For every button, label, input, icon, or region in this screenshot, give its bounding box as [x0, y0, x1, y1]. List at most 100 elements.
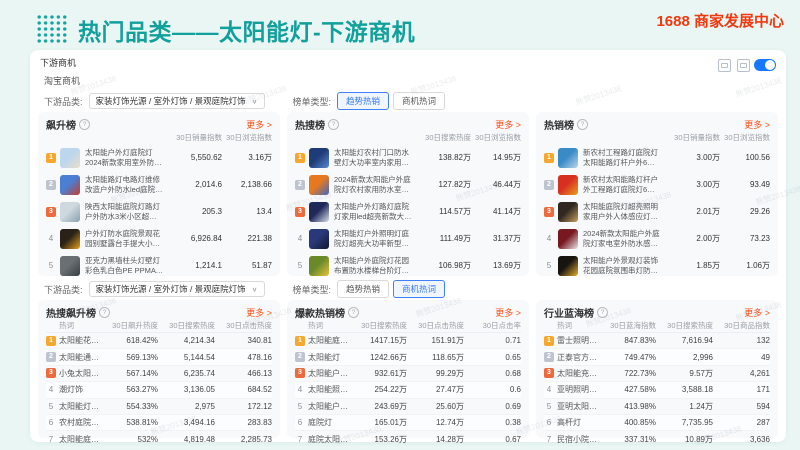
metric-value-1: 413.98%: [599, 402, 656, 411]
type-option-1[interactable]: 趋势热销: [337, 92, 389, 110]
type-filter-options-top: 趋势热销商机热词: [337, 92, 445, 110]
rank-badge: 6: [46, 418, 56, 427]
keyword-text: 太阳能户外灯家用庭…: [308, 401, 350, 412]
keyword-row[interactable]: 6庭院灯165.01万12.74万0.38: [295, 415, 521, 431]
table-row[interactable]: 4太阳能灯户外照明灯庭院灯超亮大功率新型防水室内外家用LED路灯111.49万3…: [295, 225, 521, 252]
type-option-2[interactable]: 商机热词: [393, 92, 445, 110]
metric-value-2: 13.69万: [471, 260, 521, 271]
rank-badge: 4: [46, 385, 56, 394]
table-row[interactable]: 1新农村工程路灯庭院灯太阳能路灯杆户外6米大小楼杆海螺高杆定制3.00万100.…: [544, 144, 770, 171]
category-select-value: 家装灯饰光源 / 室外灯饰 / 景观庭院灯饰: [96, 283, 246, 295]
rank-badge: 4: [295, 234, 305, 243]
keyword-row[interactable]: 1太阳能庭院灯1417.15万151.91万0.71: [295, 333, 521, 349]
more-link[interactable]: 更多 >: [495, 306, 521, 319]
keyword-row[interactable]: 1太阳能花园小夜灯618.42%4,214.34340.81: [46, 333, 272, 349]
table-row[interactable]: 42024新款太阳能户外庭院灯家电室外防水感应新型农村照明led路灯2.00万7…: [544, 225, 770, 252]
keyword-text: 民宿小院装饰: [557, 434, 599, 445]
info-icon[interactable]: ?: [577, 119, 588, 130]
table-row[interactable]: 22024新款太阳能户外庭院灯农村家用防水室内LED照明人体感应路灯127.82…: [295, 171, 521, 198]
keyword-row[interactable]: 1雷士照明官方旗舰店…847.83%7,616.94132: [544, 333, 770, 349]
metric-value-2: 93.49: [720, 180, 770, 189]
info-icon[interactable]: ?: [348, 307, 359, 318]
panel-title: 热销榜: [544, 117, 574, 132]
more-link[interactable]: 更多 >: [495, 118, 521, 131]
screenshot-icon[interactable]: [718, 59, 731, 72]
category-select[interactable]: 家装灯饰光源 / 室外灯饰 / 景观庭院灯饰 ∨: [89, 93, 265, 109]
more-link[interactable]: 更多 >: [246, 306, 272, 319]
column-header: 热词: [544, 320, 599, 331]
info-icon[interactable]: ?: [597, 307, 608, 318]
keyword-row[interactable]: 3太阳能户外灯932.61万99.29万0.68: [295, 366, 521, 382]
table-row[interactable]: 5太阳能户外庭院灯花园布置防水楼梯台阶灯围墙壁灯栏杆装饰灯照明106.98万13…: [295, 252, 521, 279]
info-icon[interactable]: ?: [99, 307, 110, 318]
keyword-row[interactable]: 7太阳能庭院灯营地灯532%4,819.482,285.73: [46, 431, 272, 447]
keyword-row[interactable]: 2太阳能通用灯头569.13%5,144.54478.16: [46, 349, 272, 365]
more-link[interactable]: 更多 >: [246, 118, 272, 131]
keyword-text: 雷士照明官方旗舰店…: [557, 335, 599, 346]
type-option-2[interactable]: 商机热词: [393, 280, 445, 298]
metric-value-1: 3.00万: [662, 179, 720, 190]
table-row[interactable]: 3太阳能户外灯路灯庭院灯家用led超亮新款大功率防水带灯杆照明灯114.57万4…: [295, 198, 521, 225]
table-row[interactable]: 2太阳能路灯电路灯维修改造户外防水led庭院灯挑臂灯杆超亮新农村2,014.62…: [46, 171, 272, 198]
metric-value-2: 7,616.94: [656, 336, 713, 345]
keyword-row[interactable]: 2太阳能灯1242.66万118.65万0.65: [295, 349, 521, 365]
keyword-row[interactable]: 5太阳能户外灯家用庭…243.69万25.60万0.69: [295, 399, 521, 415]
column-header: 30日点击率: [464, 320, 521, 331]
export-image-icon[interactable]: [737, 59, 750, 72]
metric-value-1: 400.85%: [599, 418, 656, 427]
rank-badge: 7: [46, 435, 56, 444]
rank-badge: 4: [295, 385, 305, 394]
metric-value-1: 532%: [101, 435, 158, 444]
keyword-row[interactable]: 4潮灯饰563.27%3,136.05684.52: [46, 382, 272, 398]
view-toggle-switch[interactable]: [754, 59, 776, 71]
rank-badge: 6: [295, 418, 305, 427]
rank-badge: 1: [544, 153, 554, 163]
keyword-row[interactable]: 3小兔太阳能灯装饰567.14%6,235.74466.13: [46, 366, 272, 382]
table-row[interactable]: 3陕西太阳能庭院灯路灯户外防水3米小区超亮LED灯杆别墅高杆景观灯205.313…: [46, 198, 272, 225]
keyword-text: 亚明照明旗舰店: [557, 384, 599, 395]
metric-value-1: 618.42%: [101, 336, 158, 345]
keyword-row[interactable]: 5太阳能灯吸顶灯554.33%2,975172.12: [46, 399, 272, 415]
keyword-text: 太阳能照明灯: [308, 384, 350, 395]
keyword-row[interactable]: 7庭院太阳能灯153.26万14.28万0.67: [295, 431, 521, 447]
table-row[interactable]: 5亚克力黑墙柱头灯壁灯彩色乳白色PE PPMA PS红黄色塑料不碎灯罩1,214…: [46, 252, 272, 279]
table-row[interactable]: 4户外灯防水庭院景观花园别墅露台手提大小南瓜灯氛围太阳能草坪灯6,926.842…: [46, 225, 272, 252]
category-select[interactable]: 家装灯饰光源 / 室外灯饰 / 景观庭院灯饰 ∨: [89, 281, 265, 297]
metric-value-2: 5,144.54: [158, 353, 215, 362]
more-link[interactable]: 更多 >: [744, 306, 770, 319]
metric-value-2: 7,735.95: [656, 418, 713, 427]
keyword-row[interactable]: 2正泰官方旗舰店749.47%2,99649: [544, 349, 770, 365]
column-header: 30日点击热度: [407, 320, 464, 331]
table-row[interactable]: 1太阳能灯农村门口防水壁灯大功率室内家用超亮庭院灯感应户外灯138.82万14.…: [295, 144, 521, 171]
table-row[interactable]: 2新农村太阳能路灯杆户外工程路灯庭院灯6米大小楼杆海螺高杆定制3.00万93.4…: [544, 171, 770, 198]
keyword-row[interactable]: 4亚明照明旗舰店427.58%3,588.18171: [544, 382, 770, 398]
keyword-row[interactable]: 3太阳能充电照明灯722.73%9.57万4,261: [544, 366, 770, 382]
column-header: 30日搜索热度: [656, 320, 713, 331]
rank-badge: 5: [544, 261, 554, 270]
rank-badge: 5: [46, 261, 56, 270]
type-filter-options-bottom: 趋势热销商机热词: [337, 280, 445, 298]
table-row[interactable]: 5太阳能户外景观灯装饰花园庭院氛围串灯防水插地灯晚上自动亮1.85万1.06万: [544, 252, 770, 279]
column-header: 30日搜索热度: [413, 132, 471, 143]
metric-value-1: 138.82万: [413, 152, 471, 163]
keyword-row[interactable]: 5亚明太阳能户外灯413.98%1.24万594: [544, 399, 770, 415]
rank-badge: 5: [295, 402, 305, 411]
table-row[interactable]: 3太阳能庭院灯超亮照明家用户外人体感应灯防水头灯锂电自动充电器2.01万29.2…: [544, 198, 770, 225]
keyword-row[interactable]: 6高杆灯400.85%7,735.95287: [544, 415, 770, 431]
table-row[interactable]: 1太阳能户外灯庭院灯2024新款家用室外防水超亮大功率LED感应路灯5,550.…: [46, 144, 272, 171]
metric-value-2: 46.44万: [471, 179, 521, 190]
rank-badge: 5: [544, 402, 554, 411]
info-icon[interactable]: ?: [79, 119, 90, 130]
more-link[interactable]: 更多 >: [744, 118, 770, 131]
type-filter-label: 榜单类型:: [293, 283, 332, 296]
metric-value-2: 3,588.18: [656, 385, 713, 394]
rank-badge: 1: [46, 336, 56, 346]
keyword-text: 农村庭院照明灯: [59, 417, 101, 428]
info-icon[interactable]: ?: [328, 119, 339, 130]
keyword-row[interactable]: 6农村庭院照明灯538.81%3,494.16283.83: [46, 415, 272, 431]
keyword-row[interactable]: 7民宿小院装饰337.31%10.89万3,636: [544, 431, 770, 447]
product-title: 太阳能户外灯庭院灯2024新款家用室外防水超亮大功率LED感应路灯: [85, 148, 164, 167]
rank-badge: 7: [544, 435, 554, 444]
keyword-row[interactable]: 4太阳能照明灯254.22万27.47万0.6: [295, 382, 521, 398]
type-option-1[interactable]: 趋势热销: [337, 280, 389, 298]
